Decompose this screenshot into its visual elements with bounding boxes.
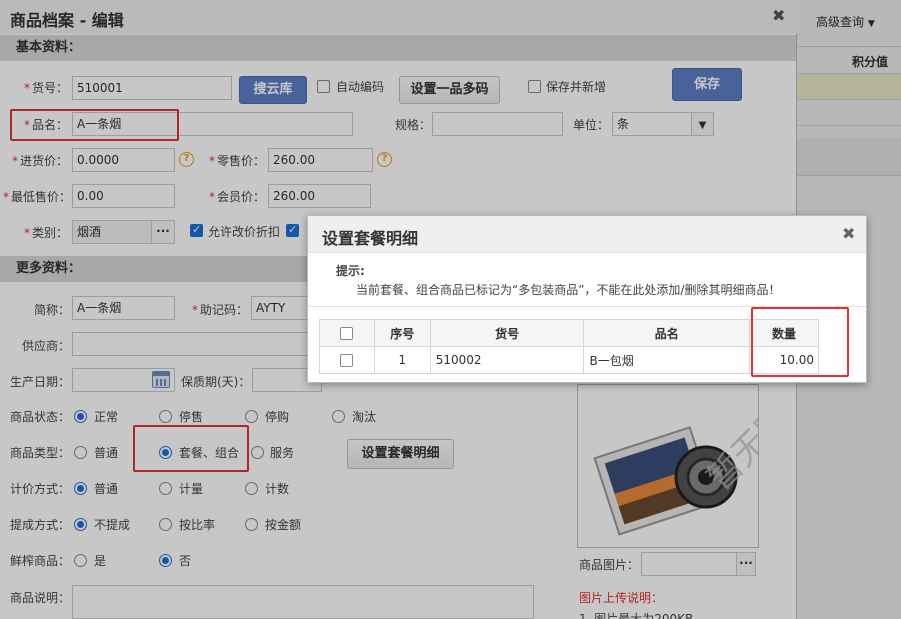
header-name: 品名	[583, 319, 751, 347]
header-index: 序号	[373, 319, 431, 347]
qty-highlight	[751, 307, 849, 377]
cell-sku: 510002	[429, 346, 585, 374]
dialog-tip-text: 当前套餐、组合商品已标记为“多包装商品”，不能在此处添加/删除其明细商品！	[356, 283, 781, 297]
row-checkbox[interactable]	[340, 354, 354, 367]
dialog-close-icon[interactable]: ✖	[842, 224, 855, 243]
combo-details-dialog: 设置套餐明细 ✖ 提示: 当前套餐、组合商品已标记为“多包装商品”，不能在此处添…	[307, 215, 867, 383]
select-all-cell	[319, 319, 375, 347]
select-all-checkbox[interactable]	[340, 327, 354, 340]
combo-details-table: 序号 货号 品名 数量 1 510002 B一包烟 10.00	[319, 319, 819, 374]
cell-name: B一包烟	[583, 346, 751, 374]
dialog-title: 设置套餐明细	[322, 229, 419, 248]
cell-index: 1	[373, 346, 431, 374]
dialog-header: 设置套餐明细 ✖	[308, 216, 866, 253]
header-sku: 货号	[429, 319, 585, 347]
dialog-tip-label: 提示:	[336, 264, 365, 278]
table-row[interactable]: 1 510002 B一包烟 10.00	[319, 346, 819, 374]
table-header-row: 序号 货号 品名 数量	[319, 319, 819, 347]
row-select-cell	[319, 346, 375, 374]
